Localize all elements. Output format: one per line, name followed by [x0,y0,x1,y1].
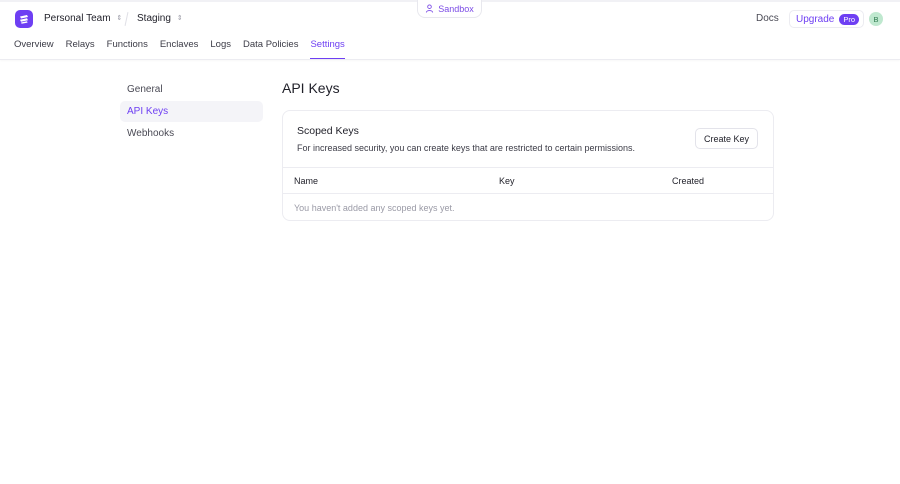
tab-data-policies[interactable]: Data Policies [243,39,298,59]
environment-selector[interactable]: Staging ⇕ [137,13,183,24]
column-header-name: Name [294,176,319,186]
card-header: Scoped Keys For increased security, you … [297,125,635,153]
avatar[interactable]: B [869,12,883,26]
keys-table-header: Name Key Created [283,167,773,194]
tab-settings[interactable]: Settings [310,39,346,59]
scoped-keys-card: Scoped Keys For increased security, you … [282,110,774,221]
logo-icon [20,15,28,24]
settings-sidebar: General API Keys Webhooks [120,79,263,145]
tab-relays[interactable]: Relays [66,39,95,59]
card-description: For increased security, you can create k… [297,143,635,153]
tab-enclaves[interactable]: Enclaves [160,39,199,59]
chevron-up-down-icon: ⇕ [116,15,123,22]
main-nav: Overview Relays Functions Enclaves Logs … [14,39,346,59]
breadcrumb-divider [124,12,129,26]
environment-name: Staging [137,13,171,24]
sandbox-indicator: Sandbox [417,0,482,18]
sidebar-item-webhooks[interactable]: Webhooks [120,123,263,144]
tab-logs[interactable]: Logs [210,39,231,59]
user-icon [426,4,434,13]
sidebar-item-general[interactable]: General [120,79,263,100]
card-title: Scoped Keys [297,125,359,137]
tab-overview[interactable]: Overview [14,39,54,59]
plan-badge: Pro [839,13,860,25]
docs-link[interactable]: Docs [756,13,779,24]
column-header-key: Key [499,176,515,186]
column-header-created: Created [672,176,705,186]
sidebar-item-api-keys[interactable]: API Keys [120,101,263,122]
sandbox-label: Sandbox [438,3,474,14]
chevron-up-down-icon: ⇕ [176,15,183,22]
team-name: Personal Team [44,13,111,24]
app-logo[interactable] [15,10,33,28]
tab-functions[interactable]: Functions [107,39,148,59]
create-key-button[interactable]: Create Key [694,128,758,149]
upgrade-button[interactable]: Upgrade Pro [789,10,865,28]
empty-state-message: You haven't added any scoped keys yet. [294,203,455,213]
team-selector[interactable]: Personal Team ⇕ [44,13,122,24]
upgrade-label: Upgrade [796,13,835,25]
page-title: API Keys [282,80,340,96]
